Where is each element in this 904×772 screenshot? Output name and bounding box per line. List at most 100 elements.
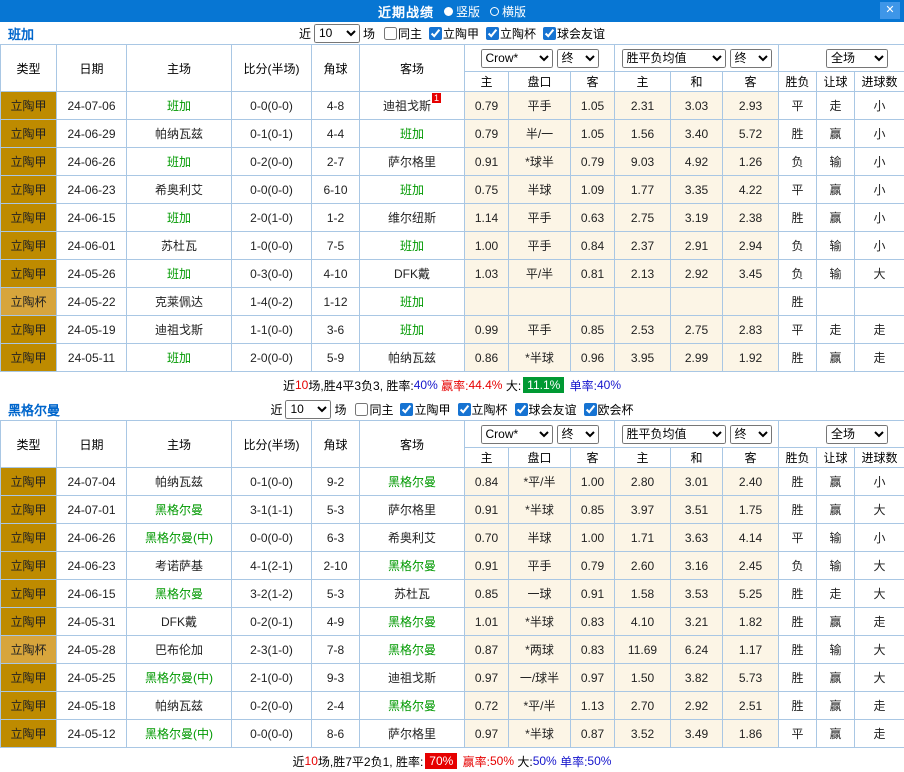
europe-home-odds-cell: 2.31	[614, 91, 671, 120]
filter-checkbox[interactable]: 欧会杯	[583, 401, 634, 418]
filter-checkbox-input[interactable]	[543, 26, 557, 40]
europe-home-odds-cell: 2.37	[614, 231, 671, 260]
europe-final-select[interactable]: 终	[729, 424, 772, 444]
filter-checkbox[interactable]: 立陶杯	[486, 25, 536, 42]
date-cell: 24-06-15	[56, 579, 127, 608]
europe-draw-odds-cell: 3.63	[670, 523, 723, 552]
filter-checkbox-input[interactable]	[400, 402, 414, 416]
layout-radio-vertical[interactable]: 竖版	[443, 3, 480, 20]
league-type-cell: 立陶甲	[0, 315, 57, 344]
filter-checkbox-input[interactable]	[457, 402, 471, 416]
odds-final-select[interactable]: 终	[556, 48, 599, 68]
filter-checkbox-label: 欧会杯	[597, 402, 634, 417]
score-cell: 0-0(0-0)	[231, 91, 312, 120]
handicap-result-cell: 输	[816, 231, 856, 260]
away-team-name: 迪祖戈斯	[387, 671, 436, 685]
home-team-cell: 黑格尔曼(中)	[126, 663, 232, 692]
away-team-cell: 班加	[359, 287, 465, 316]
league-type-cell: 立陶甲	[0, 175, 57, 204]
europe-final-select[interactable]: 终	[729, 48, 772, 68]
filter-checkbox-input[interactable]	[429, 26, 442, 40]
summary-part: 场,胜4平3负3,	[308, 378, 387, 393]
asian-handicap-cell: *半球	[508, 607, 571, 636]
filter-checkboxes: 同主 立陶甲 立陶杯 球会友谊 欧会杯	[355, 401, 634, 418]
filter-checkbox[interactable]: 同主	[383, 25, 422, 42]
score-cell: 0-2(0-0)	[231, 147, 312, 176]
europe-draw-odds-cell: 3.51	[670, 495, 723, 524]
handicap-result-cell: 走	[816, 315, 856, 344]
summary-part: 10	[295, 378, 309, 392]
europe-away-odds-cell: 1.82	[721, 607, 780, 636]
match-row: 立陶甲 24-06-15 黑格尔曼 3-2(1-2) 5-3 苏杜瓦 0.85 一球 0.91 1…	[0, 579, 904, 608]
handicap-result-cell: 赢	[816, 691, 856, 720]
outcome-cell: 负	[778, 147, 818, 176]
match-count-select[interactable]: 10	[285, 399, 332, 419]
scope-select[interactable]: 全场	[826, 424, 889, 444]
away-team-cell: 黑格尔曼	[359, 467, 465, 496]
europe-source-select[interactable]: 胜平负均值	[621, 424, 726, 444]
home-team-name: 班加	[166, 351, 191, 365]
rank-badge: 1	[432, 93, 442, 103]
europe-away-odds-cell: 4.14	[721, 523, 780, 552]
home-team-cell: 帕纳瓦兹	[126, 691, 232, 720]
filter-checkbox-input[interactable]	[486, 26, 500, 40]
date-cell: 24-05-26	[56, 259, 127, 288]
date-cell: 24-06-15	[56, 203, 127, 232]
filter-checkbox[interactable]: 立陶甲	[400, 401, 451, 418]
league-type-cell: 立陶甲	[0, 259, 57, 288]
odds-source-select[interactable]: Crow*	[480, 48, 553, 68]
goals-result-cell: 大	[854, 495, 904, 524]
europe-source-select[interactable]: 胜平负均值	[621, 48, 726, 68]
filter-checkbox[interactable]: 球会友谊	[514, 401, 577, 418]
league-type-cell: 立陶杯	[0, 635, 57, 664]
score-cell: 0-1(0-0)	[231, 467, 312, 496]
home-team-name: 黑格尔曼(中)	[145, 727, 213, 741]
filter-checkbox-input[interactable]	[583, 402, 597, 416]
filter-checkbox[interactable]: 球会友谊	[543, 25, 605, 42]
europe-draw-odds-cell	[670, 287, 723, 316]
score-cell: 0-2(0-0)	[231, 691, 312, 720]
europe-home-odds-cell: 2.80	[614, 467, 671, 496]
away-team-name: 维尔纽斯	[387, 211, 436, 225]
away-team-name: 班加	[399, 323, 424, 337]
sub-col: 让球	[816, 71, 856, 92]
sub-col: 客	[570, 447, 615, 468]
radio-horizontal-label: 横版	[502, 4, 527, 19]
asian-home-odds-cell: 0.97	[464, 719, 509, 748]
sub-col: 主	[464, 71, 509, 92]
europe-draw-odds-cell: 3.40	[670, 119, 723, 148]
home-team-name: 班加	[166, 155, 191, 169]
asian-away-odds-cell: 0.85	[570, 495, 615, 524]
europe-home-odds-cell: 3.95	[614, 343, 671, 372]
corners-cell: 8-6	[311, 719, 360, 748]
goals-result-cell: 大	[854, 551, 904, 580]
odds-source-select[interactable]: Crow*	[480, 424, 553, 444]
europe-home-odds-cell: 2.75	[614, 203, 671, 232]
scope-select[interactable]: 全场	[826, 48, 889, 68]
filter-checkbox-input[interactable]	[355, 402, 369, 416]
match-count-select[interactable]: 10	[313, 23, 360, 43]
away-team-name: 班加	[399, 183, 424, 197]
col-away: 客场	[359, 44, 465, 92]
col-date: 日期	[56, 420, 127, 468]
filter-checkbox-input[interactable]	[514, 402, 528, 416]
close-icon[interactable]: ✕	[880, 2, 900, 19]
home-team-name: 黑格尔曼(中)	[145, 671, 213, 685]
filter-checkbox[interactable]: 同主	[355, 401, 393, 418]
filter-checkbox[interactable]: 立陶甲	[429, 25, 479, 42]
goals-result-cell: 小	[854, 203, 904, 232]
window-title: 近期战绩	[377, 4, 434, 20]
asian-away-odds-cell: 0.84	[570, 231, 615, 260]
outcome-cell: 平	[778, 175, 818, 204]
home-team-name: 帕纳瓦兹	[154, 475, 203, 489]
filter-checkbox[interactable]: 立陶杯	[457, 401, 508, 418]
col-type: 类型	[0, 420, 57, 468]
europe-away-odds-cell: 2.93	[721, 91, 780, 120]
odds-final-select[interactable]: 终	[556, 424, 599, 444]
asian-home-odds-cell: 0.86	[464, 343, 509, 372]
layout-radio-horizontal[interactable]: 横版	[490, 3, 526, 20]
score-cell: 3-2(1-2)	[231, 579, 312, 608]
filter-checkbox-input[interactable]	[383, 26, 397, 40]
date-cell: 24-05-22	[56, 287, 127, 316]
filter-checkbox-label: 同主	[397, 26, 422, 41]
